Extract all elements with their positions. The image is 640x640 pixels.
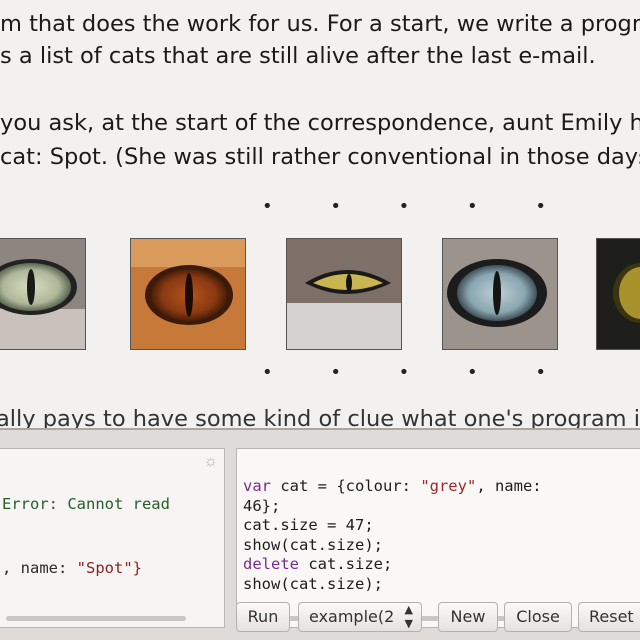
- cat-eye-green-image: [0, 238, 86, 350]
- code-string: "grey": [420, 477, 477, 495]
- paragraph-line: m that does the work for us. For a start…: [0, 11, 640, 37]
- output-result-prefix: , name:: [2, 559, 77, 577]
- code-fragment: cat.size;: [299, 555, 393, 573]
- reset-button[interactable]: Reset: [578, 602, 640, 632]
- code-text[interactable]: var cat = {colour: "grey", name: 46}; ca…: [243, 477, 542, 594]
- code-editor[interactable]: var cat = {colour: "grey", name: 46}; ca…: [236, 448, 640, 628]
- dot-separator-bottom: • • • • •: [262, 362, 572, 383]
- output-result-line: , name: "Spot"}: [2, 559, 142, 579]
- cat-eye-gold-image: [596, 238, 640, 350]
- cat-eye-blue-image: [442, 238, 558, 350]
- code-keyword: var: [243, 477, 271, 495]
- code-keyword: delete: [243, 555, 299, 573]
- code-line: 46};: [243, 496, 281, 515]
- paragraph-line: s a list of cats that are still alive af…: [0, 43, 596, 69]
- screen: m that does the work for us. For a start…: [0, 0, 640, 640]
- select-arrows-icon: ▲ ▼: [404, 603, 413, 630]
- output-pane[interactable]: ☼ Error: Cannot read , name: "Spot"}: [0, 448, 225, 628]
- code-line: show(cat.size);: [243, 535, 383, 554]
- cat-eye-yellow-image: [286, 238, 402, 350]
- output-result-value: "Spot"}: [76, 559, 142, 577]
- example-select-value: example(2: [309, 607, 395, 626]
- run-button[interactable]: Run: [236, 602, 290, 632]
- code-fragment: cat = {colour:: [271, 477, 421, 495]
- dot-separator-top: • • • • •: [262, 196, 572, 217]
- code-line: cat.size = 47;: [243, 516, 374, 534]
- gear-icon[interactable]: ☼: [203, 453, 218, 471]
- paragraph-line: you ask, at the start of the corresponde…: [0, 110, 640, 136]
- paragraph-line-cutoff: ally pays to have some kind of clue what…: [0, 408, 640, 428]
- code-fragment: , name:: [476, 477, 542, 495]
- code-line: show(cat.size);: [243, 574, 383, 593]
- output-error-line: Error: Cannot read: [2, 495, 170, 513]
- paragraph-line: cat: Spot. (She was still rather convent…: [0, 144, 640, 170]
- example-select[interactable]: example(2 ▲ ▼: [298, 602, 422, 632]
- close-button[interactable]: Close: [504, 602, 572, 632]
- cat-eye-amber-image: [130, 238, 246, 350]
- new-button[interactable]: New: [438, 602, 498, 632]
- output-scrollbar[interactable]: [6, 616, 186, 621]
